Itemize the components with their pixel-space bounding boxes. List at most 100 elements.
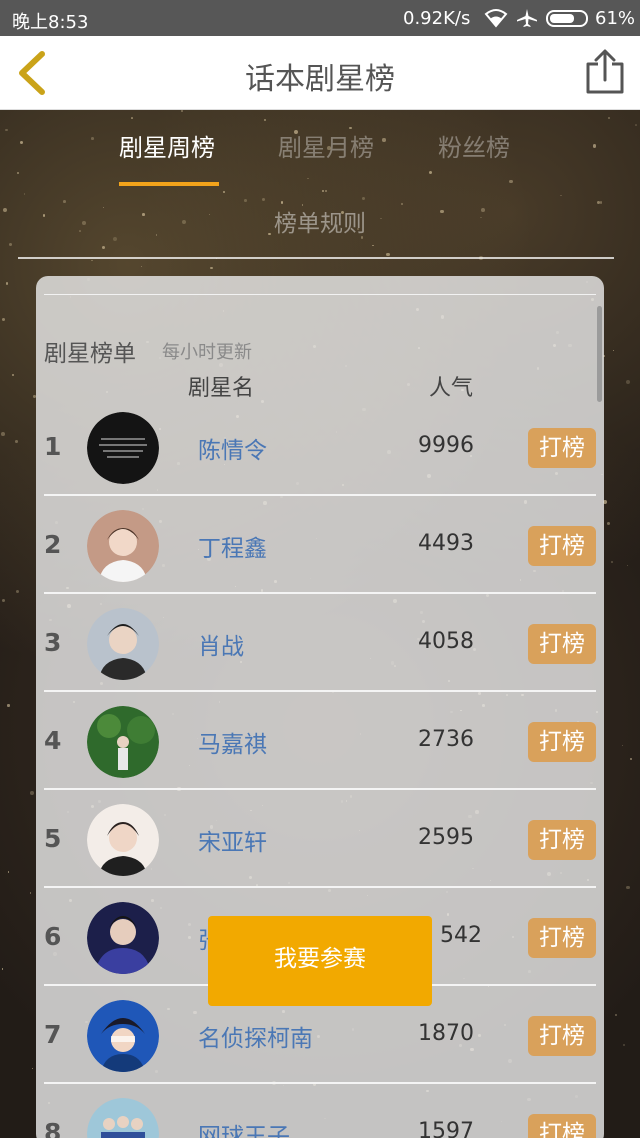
sparkle <box>222 191 225 194</box>
rank-number: 1 <box>44 432 62 461</box>
sparkle <box>9 242 13 246</box>
sparkle <box>615 1013 618 1017</box>
sparkle <box>1 968 4 970</box>
popularity-value: 2595 <box>418 825 474 850</box>
sparkle <box>19 140 24 145</box>
sparkle <box>101 246 106 250</box>
vote-button[interactable]: 打榜 <box>528 918 596 958</box>
sparkle <box>23 193 26 195</box>
tab-weekly[interactable]: 剧星周榜 <box>119 128 215 163</box>
avatar[interactable] <box>87 706 159 778</box>
sparkle <box>1 599 5 603</box>
avatar[interactable] <box>87 510 159 582</box>
popularity-value: 9996 <box>418 433 474 458</box>
sparkle <box>31 1067 34 1070</box>
airplane-icon <box>517 9 537 27</box>
ranking-row: 2 丁程鑫 4493 打榜 <box>36 496 604 594</box>
sparkle <box>17 171 20 174</box>
vote-button[interactable]: 打榜 <box>528 820 596 860</box>
vote-button[interactable]: 打榜 <box>528 428 596 468</box>
avatar[interactable] <box>87 608 159 680</box>
battery-icon <box>546 10 588 27</box>
star-name[interactable]: 马嘉祺 <box>198 725 267 759</box>
sparkle <box>608 117 611 119</box>
popularity-value: 4493 <box>418 531 474 556</box>
star-name[interactable]: 宋亚轩 <box>198 823 267 857</box>
sparkle <box>63 200 67 203</box>
sparkle <box>386 252 391 257</box>
sparkle <box>592 144 596 148</box>
avatar[interactable] <box>87 412 159 484</box>
sparkle <box>610 561 613 563</box>
sparkle <box>626 885 630 890</box>
rank-number: 6 <box>44 922 62 951</box>
status-time: 晚上8:53 <box>12 12 89 33</box>
sparkle <box>560 194 562 196</box>
page-title: 话本剧星榜 <box>245 62 395 97</box>
rank-number: 8 <box>44 1118 62 1138</box>
sparkle <box>11 374 14 377</box>
star-name[interactable]: 名侦探柯南 <box>198 1019 313 1053</box>
ranking-row: 8 网球王子 1597 打榜 <box>36 1084 604 1138</box>
join-contest-button[interactable]: 我要参赛 <box>208 916 432 1006</box>
rank-number: 3 <box>44 628 62 657</box>
sparkle <box>15 440 18 443</box>
share-icon[interactable] <box>584 48 626 96</box>
sparkle <box>622 745 624 747</box>
sparkle <box>372 244 375 247</box>
vote-button[interactable]: 打榜 <box>528 1016 596 1056</box>
star-name[interactable]: 丁程鑫 <box>198 529 267 563</box>
rank-number: 4 <box>44 726 62 755</box>
panel-top-line <box>44 294 596 295</box>
avatar[interactable] <box>87 1000 159 1072</box>
sparkle <box>361 196 366 201</box>
sparkle <box>210 266 213 270</box>
status-net-speed: 0.92K/s <box>403 8 471 29</box>
popularity-value: 2736 <box>418 727 474 752</box>
vote-button[interactable]: 打榜 <box>528 526 596 566</box>
tab-monthly[interactable]: 剧星月榜 <box>278 128 374 163</box>
sparkle <box>15 589 19 593</box>
ranking-panel: 剧星榜单 每小时更新 剧星名 人气 1 陈情令 9996 打榜 2 丁程鑫 44… <box>36 276 604 1138</box>
sparkle <box>612 349 615 352</box>
sparkle <box>382 138 386 142</box>
rank-number: 2 <box>44 530 62 559</box>
sparkle <box>428 171 432 175</box>
star-name[interactable]: 陈情令 <box>198 431 267 465</box>
sparkle <box>141 266 143 268</box>
ranking-row: 1 陈情令 9996 打榜 <box>36 398 604 496</box>
vote-button[interactable]: 打榜 <box>528 624 596 664</box>
sparkle <box>626 564 629 567</box>
popularity-value: 1597 <box>418 1119 474 1138</box>
sparkle <box>622 1044 626 1047</box>
sparkle <box>625 379 630 384</box>
avatar[interactable] <box>87 902 159 974</box>
sparkle <box>8 871 10 873</box>
popularity-value: 4058 <box>418 629 474 654</box>
vote-button[interactable]: 打榜 <box>528 722 596 762</box>
wifi-icon <box>484 9 508 28</box>
rules-link[interactable]: 榜单规则 <box>0 204 640 238</box>
sparkle <box>1 432 5 436</box>
ranking-row: 4 马嘉祺 2736 打榜 <box>36 692 604 790</box>
avatar[interactable] <box>87 1098 159 1138</box>
avatar[interactable] <box>87 804 159 876</box>
sparkle <box>90 136 94 140</box>
scrollbar[interactable] <box>597 306 602 402</box>
sparkle <box>7 704 10 707</box>
sparkle <box>263 118 267 122</box>
tab-fans[interactable]: 粉丝榜 <box>438 128 510 163</box>
star-name[interactable]: 肖战 <box>198 627 244 661</box>
status-bar: 晚上8:53 0.92K/s 61% <box>0 0 640 36</box>
sparkle <box>509 179 513 184</box>
popularity-value: 1870 <box>418 1021 474 1046</box>
sparkle <box>629 757 633 761</box>
sparkle <box>324 189 327 192</box>
star-name[interactable]: 网球王子 <box>198 1117 290 1138</box>
sparkle <box>5 282 9 285</box>
vote-button[interactable]: 打榜 <box>528 1114 596 1138</box>
sparkle <box>29 791 34 795</box>
sparkle <box>130 117 133 120</box>
app-header: 话本剧星榜 <box>0 36 640 110</box>
list-title: 剧星榜单 <box>44 341 136 367</box>
